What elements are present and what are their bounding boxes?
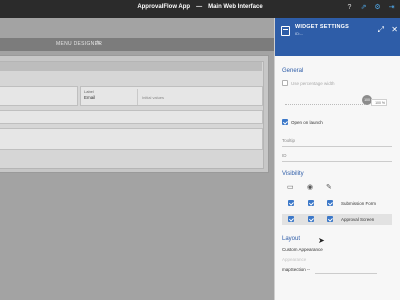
panel-subtitle: ID:-- — [295, 31, 303, 36]
field-divider — [137, 89, 138, 105]
width-value-input[interactable]: 100 % — [371, 99, 387, 106]
mouse-cursor-icon: ➤ — [318, 236, 325, 245]
expand-icon[interactable]: ⤢ — [378, 25, 384, 35]
share-icon[interactable]: ⇗ — [359, 3, 368, 13]
use-percentage-width-label: Use percentage width — [291, 81, 335, 86]
appearance-sublabel: Appearance — [282, 257, 307, 262]
submission-edit-checkbox[interactable] — [327, 200, 333, 206]
edit-pencil-icon[interactable]: ✎ — [96, 40, 101, 47]
id-field[interactable]: ID — [282, 153, 287, 158]
field-hint: Initial values — [142, 95, 165, 100]
open-on-launch-label: Open on launch — [291, 120, 323, 125]
visibility-row — [282, 214, 392, 225]
approval-view-checkbox[interactable] — [308, 216, 314, 222]
menu-designer-header: MENU DESIGNER ✎ — [0, 38, 274, 51]
page-name: Main Web Interface — [208, 4, 263, 10]
open-on-launch-checkbox[interactable] — [282, 119, 288, 125]
custom-appearance-label[interactable]: Custom Appearance — [282, 247, 323, 252]
panel-title: WIDGET SETTINGS — [295, 24, 350, 30]
help-icon[interactable]: ? — [345, 3, 354, 13]
tooltip-field[interactable]: Tooltip — [282, 138, 295, 143]
settings-icon[interactable]: ⚙ — [373, 3, 382, 13]
layout-heading: Layout — [282, 236, 301, 242]
submission-view-checkbox[interactable] — [308, 200, 314, 206]
widget-icon — [281, 26, 290, 36]
close-icon[interactable]: ✕ — [391, 25, 398, 34]
field-value: Email — [84, 95, 96, 100]
map-section-field[interactable]: mapSection -- — [282, 267, 310, 272]
desktop-icon: ▭ — [287, 184, 294, 191]
title-separator: — — [196, 4, 203, 10]
field-label: Label — [84, 89, 94, 94]
submission-desktop-checkbox[interactable] — [288, 200, 294, 206]
id-underline — [282, 161, 392, 162]
visibility-row-label: Submission Form — [341, 201, 377, 206]
visibility-row-label: Approval Screen — [341, 217, 375, 222]
general-heading: General — [282, 68, 304, 74]
form-container: Label Email Initial values — [0, 61, 264, 169]
tooltip-underline — [282, 146, 392, 147]
form-field-email[interactable]: Label Email Initial values — [80, 86, 263, 106]
app-name: ApprovalFlow App — [137, 4, 191, 10]
top-bar: ApprovalFlow App — Main Web Interface ? ⇗ … — [0, 0, 400, 18]
use-percentage-width-checkbox[interactable] — [282, 80, 288, 86]
form-widget[interactable]: Label Email Initial values — [0, 55, 269, 173]
map-section-underline — [315, 273, 377, 274]
form-row[interactable] — [0, 128, 263, 150]
approval-desktop-checkbox[interactable] — [288, 216, 294, 222]
approval-edit-checkbox[interactable] — [327, 216, 333, 222]
form-field-left[interactable] — [0, 86, 78, 106]
window-title: ApprovalFlow App — Main Web Interface — [0, 4, 400, 10]
form-header-band — [0, 62, 262, 71]
width-slider-track[interactable] — [285, 104, 365, 105]
eye-icon: ◉ — [307, 184, 314, 191]
pencil-icon: ✎ — [326, 184, 332, 191]
form-row[interactable] — [0, 110, 263, 124]
widget-settings-panel: WIDGET SETTINGS ID:-- ⤢ ✕ General Use pe… — [274, 18, 400, 300]
exit-icon[interactable]: ⇥ — [387, 3, 396, 13]
design-canvas: MENU DESIGNER ✎ Label Email Initial valu… — [0, 18, 274, 300]
panel-header: WIDGET SETTINGS ID:-- ⤢ ✕ — [275, 18, 400, 56]
visibility-heading: Visibility — [282, 171, 304, 177]
